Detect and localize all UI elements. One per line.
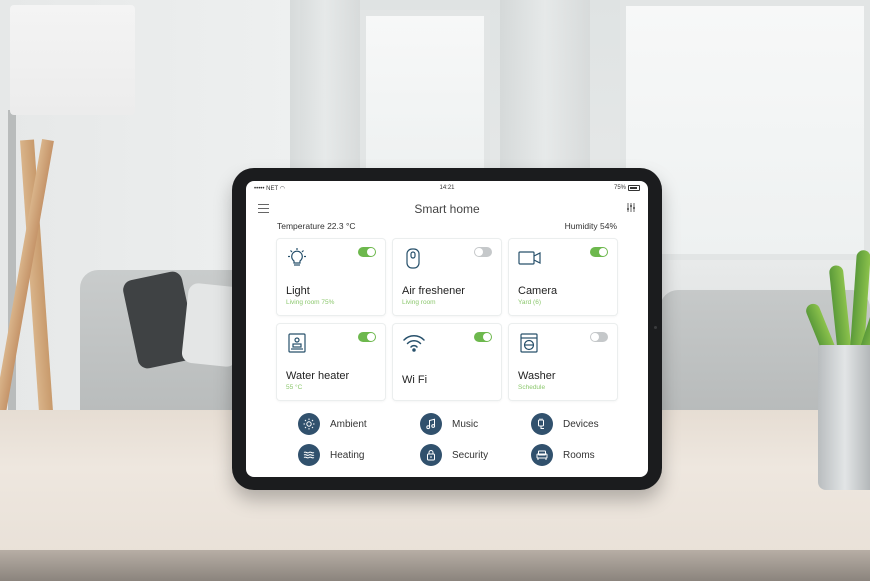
device-detail: 55 °C — [286, 384, 303, 391]
device-card-light[interactable]: Light Living room 75% — [277, 239, 385, 315]
tablet: ••••• NET ◠ 14:21 75% Smart home Tempera… — [232, 168, 662, 490]
temperature-reading: Temperature 22.3 °C — [277, 221, 356, 231]
plug-icon — [531, 413, 553, 435]
device-name: Camera — [518, 285, 558, 297]
device-card-air-freshener[interactable]: Air freshener Living room — [393, 239, 501, 315]
washer-toggle[interactable] — [590, 332, 608, 342]
music-note-icon — [420, 413, 442, 435]
device-card-water-heater[interactable]: Water heater 55 °C — [277, 324, 385, 400]
device-detail: Yard (6) — [518, 299, 541, 306]
humidity-reading: Humidity 54% — [564, 221, 617, 231]
device-card-camera[interactable]: Camera Yard (6) — [509, 239, 617, 315]
lightbulb-icon — [286, 247, 306, 269]
water-heater-toggle[interactable] — [358, 332, 376, 342]
security-button[interactable]: Security — [420, 444, 488, 466]
device-name: Washer — [518, 370, 556, 382]
device-card-washer[interactable]: Washer Schedule — [509, 324, 617, 400]
quick-action-label: Rooms — [563, 449, 595, 461]
washer-icon — [518, 332, 538, 354]
device-detail: Schedule — [518, 384, 546, 391]
battery-percent: 75% — [613, 185, 626, 191]
camera-toggle[interactable] — [590, 247, 608, 257]
rooms-button[interactable]: Rooms — [531, 444, 595, 466]
sun-icon — [298, 413, 320, 435]
window — [360, 10, 490, 180]
devices-button[interactable]: Devices — [531, 413, 599, 435]
air-freshener-icon — [402, 247, 422, 269]
quick-action-label: Heating — [330, 449, 365, 461]
device-name: Wi Fi — [402, 374, 428, 386]
wifi-icon — [402, 332, 425, 354]
tablet-camera — [654, 326, 657, 329]
device-card-wifi[interactable]: Wi Fi — [393, 324, 501, 400]
battery-icon — [628, 185, 640, 191]
camera-icon — [518, 247, 541, 269]
plant-pot — [818, 345, 870, 490]
device-name: Air freshener — [402, 285, 465, 297]
ambient-button[interactable]: Ambient — [298, 413, 367, 435]
page-title: Smart home — [414, 202, 480, 216]
heat-waves-icon — [298, 444, 320, 466]
quick-action-label: Security — [452, 449, 489, 461]
table-edge — [0, 550, 870, 581]
quick-action-label: Devices — [563, 418, 599, 430]
clock: 14:21 — [439, 185, 455, 191]
music-button[interactable]: Music — [420, 413, 478, 435]
water-heater-icon — [286, 332, 306, 354]
sliders-icon[interactable] — [626, 203, 636, 215]
wifi-toggle[interactable] — [474, 332, 492, 342]
lock-icon — [420, 444, 442, 466]
device-name: Light — [286, 285, 310, 297]
quick-action-label: Ambient — [330, 418, 367, 430]
heating-button[interactable]: Heating — [298, 444, 364, 466]
app-screen: ••••• NET ◠ 14:21 75% Smart home Tempera… — [246, 181, 648, 477]
sofa-icon — [531, 444, 553, 466]
device-detail: Living room — [402, 299, 436, 306]
lampshade — [10, 5, 135, 115]
air-freshener-toggle[interactable] — [474, 247, 492, 257]
device-name: Water heater — [286, 370, 350, 382]
light-toggle[interactable] — [358, 247, 376, 257]
quick-action-label: Music — [452, 418, 479, 430]
device-detail: Living room 75% — [286, 299, 335, 306]
status-bar: ••••• NET ◠ 14:21 75% — [246, 181, 648, 195]
